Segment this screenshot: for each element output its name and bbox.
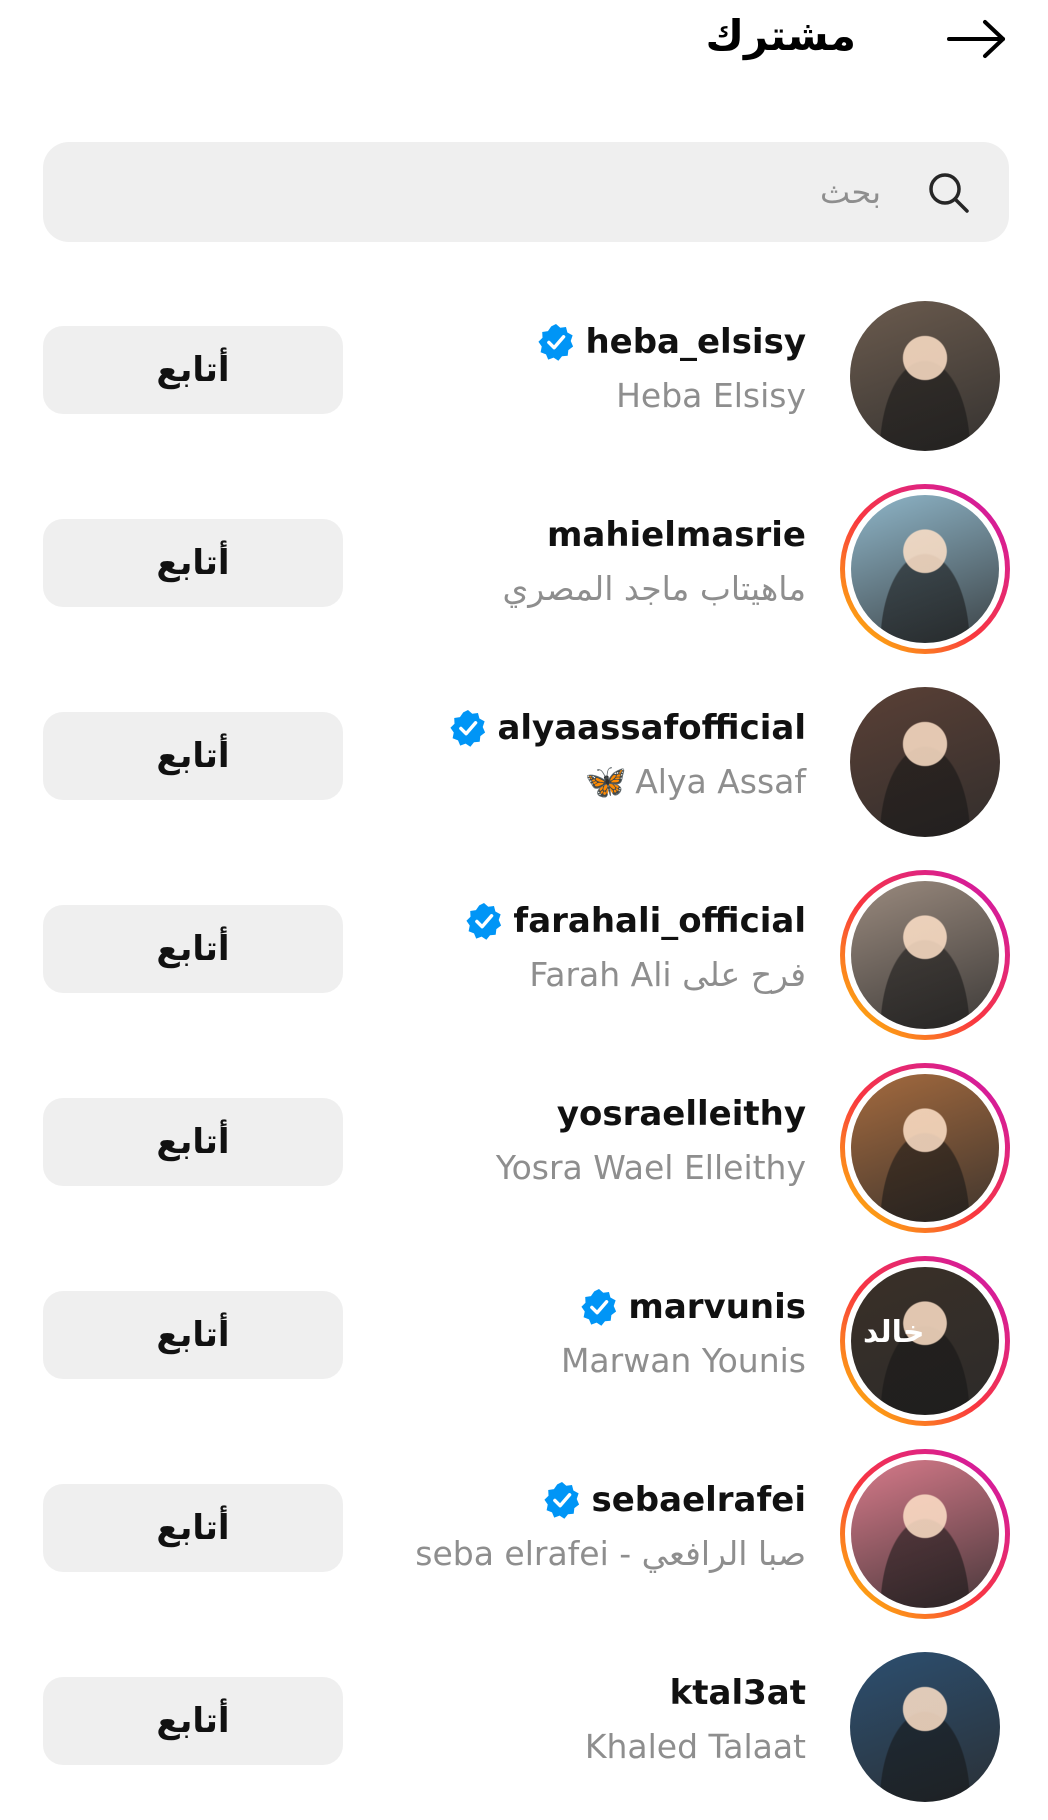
- account-text: mahielmasrie ماهيتاب ماجد المصري: [286, 511, 806, 613]
- account-row[interactable]: أتابع heba_elsisy Heba Elsisy: [0, 276, 1048, 469]
- username[interactable]: heba_elsisy: [585, 322, 806, 362]
- avatar-border: [840, 291, 1010, 461]
- avatar-border: [845, 1068, 1005, 1228]
- verified-badge-icon: [466, 902, 502, 940]
- account-text: ktal3at Khaled Talaat: [286, 1669, 806, 1771]
- avatar-container[interactable]: [840, 291, 1010, 461]
- username[interactable]: yosraelleithy: [557, 1094, 806, 1134]
- full-name: ماهيتاب ماجد المصري: [286, 565, 806, 613]
- header: مشترك: [0, 0, 1048, 100]
- avatar: [850, 1652, 1000, 1802]
- username-line: farahali_official: [286, 897, 806, 945]
- butterfly-emoji: 🦋: [584, 762, 628, 802]
- username-line: heba_elsisy: [286, 318, 806, 366]
- full-name-text: ماهيتاب ماجد المصري: [502, 569, 806, 608]
- username[interactable]: marvunis: [628, 1287, 806, 1327]
- search-placeholder: بحث: [820, 173, 881, 211]
- account-row[interactable]: أتابع farahali_official Farah Ali فرح على: [0, 855, 1048, 1048]
- account-text: farahali_official Farah Ali فرح على: [286, 897, 806, 999]
- account-text: yosraelleithy Yosra Wael Elleithy: [286, 1090, 806, 1192]
- verified-badge-icon: [544, 1481, 580, 1519]
- accounts-list: أتابع heba_elsisy Heba Elsisy أتابع mahielm…: [0, 276, 1048, 1820]
- avatar: [850, 301, 1000, 451]
- avatar: خالد: [851, 1267, 999, 1415]
- full-name-text: Marwan Younis: [560, 1341, 806, 1380]
- avatar-container[interactable]: [840, 677, 1010, 847]
- avatar-border: [845, 875, 1005, 1035]
- avatar-border: [840, 1642, 1010, 1812]
- full-name-text: Khaled Talaat: [584, 1727, 806, 1766]
- username-line: yosraelleithy: [286, 1090, 806, 1138]
- story-ring[interactable]: [840, 1449, 1010, 1619]
- avatar: [851, 881, 999, 1029]
- account-row[interactable]: أتابع mahielmasrie ماهيتاب ماجد المصري: [0, 469, 1048, 662]
- username-line: marvunis: [286, 1283, 806, 1331]
- full-name: Yosra Wael Elleithy: [286, 1144, 806, 1192]
- username[interactable]: mahielmasrie: [547, 515, 806, 555]
- full-name-text: Farah Ali فرح على: [529, 955, 806, 994]
- username[interactable]: alyaassafofficial: [497, 708, 806, 748]
- avatar-border: [845, 489, 1005, 649]
- avatar: [851, 1074, 999, 1222]
- full-name: Heba Elsisy: [286, 372, 806, 420]
- username-line: mahielmasrie: [286, 511, 806, 559]
- story-ring[interactable]: [840, 484, 1010, 654]
- search-icon: [929, 173, 969, 213]
- full-name-text: Yosra Wael Elleithy: [495, 1148, 806, 1187]
- verified-badge-icon: [581, 1288, 617, 1326]
- avatar-text: خالد: [863, 1315, 925, 1350]
- account-row[interactable]: أتابع marvunis Marwan Younis خالد: [0, 1241, 1048, 1434]
- account-text: sebaelrafei seba elrafei - صبا الرافعي: [286, 1476, 806, 1578]
- arrow-right-icon: [947, 20, 1005, 58]
- verified-badge-icon: [538, 323, 574, 361]
- full-name: Farah Ali فرح على: [286, 951, 806, 999]
- back-button[interactable]: [942, 10, 1012, 68]
- full-name: Khaled Talaat: [286, 1723, 806, 1771]
- full-name: Marwan Younis: [286, 1337, 806, 1385]
- avatar-border: [840, 677, 1010, 847]
- username-line: sebaelrafei: [286, 1476, 806, 1524]
- page-title: مشترك: [705, 11, 856, 60]
- avatar-border: [845, 1454, 1005, 1614]
- full-name: 🦋 Alya Assaf: [286, 758, 806, 806]
- account-text: alyaassafofficial 🦋 Alya Assaf: [286, 704, 806, 806]
- story-ring[interactable]: [840, 1063, 1010, 1233]
- username-line: ktal3at: [286, 1669, 806, 1717]
- full-name: seba elrafei - صبا الرافعي: [286, 1530, 806, 1578]
- avatar: [850, 687, 1000, 837]
- search-input[interactable]: بحث: [43, 142, 1009, 242]
- full-name-text: seba elrafei - صبا الرافعي: [415, 1534, 806, 1573]
- story-ring[interactable]: خالد: [840, 1256, 1010, 1426]
- account-row[interactable]: أتابع alyaassafofficial 🦋 Alya Assaf: [0, 662, 1048, 855]
- account-row[interactable]: أتابع ktal3at Khaled Talaat: [0, 1627, 1048, 1820]
- verified-badge-icon: [450, 709, 486, 747]
- avatar-container[interactable]: [840, 1642, 1010, 1812]
- username-line: alyaassafofficial: [286, 704, 806, 752]
- avatar-border: خالد: [845, 1261, 1005, 1421]
- account-row[interactable]: أتابع sebaelrafei seba elrafei - صبا الرا…: [0, 1434, 1048, 1627]
- full-name-text: Heba Elsisy: [616, 376, 806, 415]
- story-ring[interactable]: [840, 870, 1010, 1040]
- account-row[interactable]: أتابع yosraelleithy Yosra Wael Elleithy: [0, 1048, 1048, 1241]
- account-text: marvunis Marwan Younis: [286, 1283, 806, 1385]
- avatar: [851, 495, 999, 643]
- full-name-text: Alya Assaf: [635, 762, 806, 801]
- username[interactable]: farahali_official: [513, 901, 806, 941]
- avatar: [851, 1460, 999, 1608]
- username[interactable]: ktal3at: [670, 1673, 806, 1713]
- username[interactable]: sebaelrafei: [591, 1480, 806, 1520]
- account-text: heba_elsisy Heba Elsisy: [286, 318, 806, 420]
